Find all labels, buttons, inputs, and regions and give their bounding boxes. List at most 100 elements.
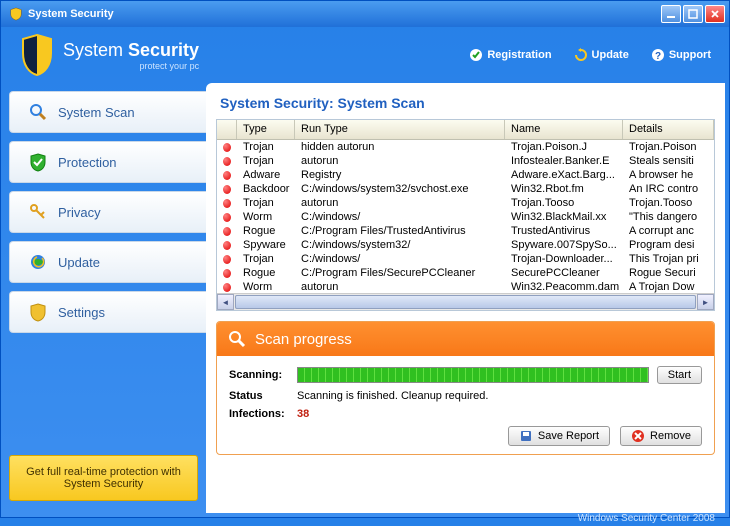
cell-details: Trojan.Tooso xyxy=(623,196,714,210)
table-row[interactable]: WormautorunWin32.Peacomm.damA Trojan Dow xyxy=(217,280,714,293)
sidebar-item-settings[interactable]: Settings xyxy=(9,291,206,333)
cell-run: C:/Program Files/TrustedAntivirus xyxy=(295,224,505,238)
threat-dot-icon xyxy=(223,199,231,208)
table-row[interactable]: Trojanhidden autorunTrojan.Poison.JTroja… xyxy=(217,140,714,154)
col-run[interactable]: Run Type xyxy=(295,120,505,139)
status-label: Status xyxy=(229,390,297,402)
sidebar-item-label: Settings xyxy=(58,305,105,320)
scroll-thumb[interactable] xyxy=(235,295,696,309)
registration-icon xyxy=(469,48,483,62)
threat-dot-icon xyxy=(223,213,231,222)
cell-run: Registry xyxy=(295,168,505,182)
magnifier-icon xyxy=(28,102,48,122)
cell-name: Win32.Rbot.fm xyxy=(505,182,623,196)
progress-bar xyxy=(297,367,649,383)
threat-dot-icon xyxy=(223,241,231,250)
close-button[interactable] xyxy=(705,5,725,23)
support-icon: ? xyxy=(651,48,665,62)
cell-run: hidden autorun xyxy=(295,140,505,154)
scroll-left-icon[interactable]: ◄ xyxy=(217,294,234,310)
results-table: Type Run Type Name Details Trojanhidden … xyxy=(216,119,715,311)
scroll-right-icon[interactable]: ► xyxy=(697,294,714,310)
save-icon xyxy=(519,429,533,443)
cell-details: Steals sensiti xyxy=(623,154,714,168)
table-row[interactable]: TrojanautorunTrojan.ToosoTrojan.Tooso xyxy=(217,196,714,210)
cell-run: C:/windows/system32/ xyxy=(295,238,505,252)
sidebar-item-scan[interactable]: System Scan xyxy=(9,91,206,133)
sidebar-item-protection[interactable]: Protection xyxy=(9,141,206,183)
promo-banner[interactable]: Get full real-time protection with Syste… xyxy=(9,455,198,501)
support-link[interactable]: ? Support xyxy=(651,48,711,62)
table-body[interactable]: Trojanhidden autorunTrojan.Poison.JTroja… xyxy=(217,140,714,293)
cell-type: Backdoor xyxy=(237,182,295,196)
cell-name: Adware.eXact.Barg... xyxy=(505,168,623,182)
horizontal-scrollbar[interactable]: ◄ ► xyxy=(217,293,714,310)
cell-details: "This dangero xyxy=(623,210,714,224)
threat-dot-icon xyxy=(223,255,231,264)
sidebar-item-privacy[interactable]: Privacy xyxy=(9,191,206,233)
infections-label: Infections: xyxy=(229,408,297,420)
table-row[interactable]: SpywareC:/windows/system32/Spyware.007Sp… xyxy=(217,238,714,252)
sidebar-item-update[interactable]: Update xyxy=(9,241,206,283)
cell-type: Trojan xyxy=(237,196,295,210)
minimize-button[interactable] xyxy=(661,5,681,23)
table-row[interactable]: RogueC:/Program Files/TrustedAntivirusTr… xyxy=(217,224,714,238)
update-icon xyxy=(574,48,588,62)
header: System Security protect your pc Registra… xyxy=(1,27,729,83)
cell-run: C:/windows/ xyxy=(295,252,505,266)
cell-details: An IRC contro xyxy=(623,182,714,196)
cell-type: Trojan xyxy=(237,140,295,154)
table-row[interactable]: WormC:/windows/Win32.BlackMail.xx"This d… xyxy=(217,210,714,224)
table-row[interactable]: BackdoorC:/windows/system32/svchost.exeW… xyxy=(217,182,714,196)
cell-name: Infostealer.Banker.E xyxy=(505,154,623,168)
table-row[interactable]: RogueC:/Program Files/SecurePCCleanerSec… xyxy=(217,266,714,280)
save-report-button[interactable]: Save Report xyxy=(508,426,610,446)
cell-name: TrustedAntivirus xyxy=(505,224,623,238)
cell-run: autorun xyxy=(295,280,505,293)
svg-text:?: ? xyxy=(655,51,661,62)
cell-name: Trojan.Tooso xyxy=(505,196,623,210)
cell-details: A Trojan Dow xyxy=(623,280,714,293)
col-details[interactable]: Details xyxy=(623,120,714,139)
threat-dot-icon xyxy=(223,283,231,292)
table-header: Type Run Type Name Details xyxy=(217,120,714,140)
globe-refresh-icon xyxy=(28,252,48,272)
footer-text: Windows Security Center 2008 xyxy=(1,513,729,526)
threat-dot-icon xyxy=(223,143,231,152)
col-type[interactable]: Type xyxy=(237,120,295,139)
titlebar: System Security xyxy=(1,1,729,27)
cell-type: Worm xyxy=(237,210,295,224)
cell-details: Rogue Securi xyxy=(623,266,714,280)
threat-dot-icon xyxy=(223,171,231,180)
status-text: Scanning is finished. Cleanup required. xyxy=(297,390,488,402)
maximize-button[interactable] xyxy=(683,5,703,23)
cell-type: Worm xyxy=(237,280,295,293)
cell-details: A browser he xyxy=(623,168,714,182)
start-button[interactable]: Start xyxy=(657,366,702,384)
shield-check-icon xyxy=(28,152,48,172)
cell-type: Trojan xyxy=(237,154,295,168)
table-row[interactable]: TrojanautorunInfostealer.Banker.ESteals … xyxy=(217,154,714,168)
threat-dot-icon xyxy=(223,227,231,236)
threat-dot-icon xyxy=(223,269,231,278)
scanning-label: Scanning: xyxy=(229,369,297,381)
cell-details: A corrupt anc xyxy=(623,224,714,238)
cell-run: autorun xyxy=(295,196,505,210)
remove-button[interactable]: Remove xyxy=(620,426,702,446)
logo-text: System Security protect your pc xyxy=(63,40,199,71)
infections-count: 38 xyxy=(297,408,309,420)
cell-name: Trojan-Downloader... xyxy=(505,252,623,266)
update-link[interactable]: Update xyxy=(574,48,629,62)
cell-name: Spyware.007SpySo... xyxy=(505,238,623,252)
col-name[interactable]: Name xyxy=(505,120,623,139)
registration-link[interactable]: Registration xyxy=(469,48,551,62)
cell-details: This Trojan pri xyxy=(623,252,714,266)
cell-name: Trojan.Poison.J xyxy=(505,140,623,154)
sidebar-item-label: System Scan xyxy=(58,105,135,120)
table-row[interactable]: AdwareRegistryAdware.eXact.Barg...A brow… xyxy=(217,168,714,182)
shield-settings-icon xyxy=(28,302,48,322)
cell-type: Trojan xyxy=(237,252,295,266)
cell-run: C:/Program Files/SecurePCCleaner xyxy=(295,266,505,280)
cell-type: Adware xyxy=(237,168,295,182)
table-row[interactable]: TrojanC:/windows/Trojan-Downloader...Thi… xyxy=(217,252,714,266)
